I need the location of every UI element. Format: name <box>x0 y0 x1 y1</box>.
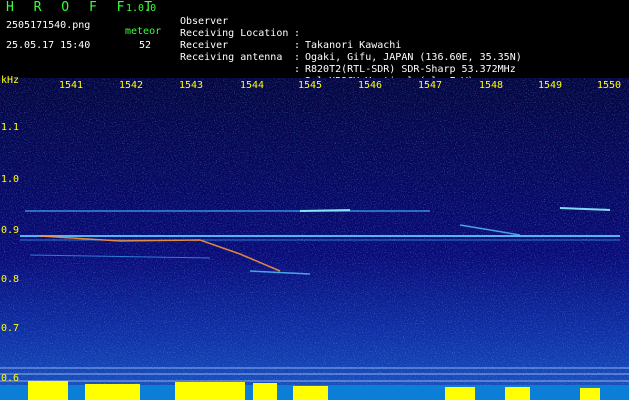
info-colon: : <box>294 52 301 63</box>
info-value: Ogaki, Gifu, JAPAN (136.60E, 35.35N) <box>305 52 522 63</box>
x-tick-label: 1543 <box>179 80 204 91</box>
y-tick-label: 1.0 <box>1 174 20 185</box>
file-name: 2505171540.png <box>6 20 91 31</box>
info-label: Receiving antenna <box>180 52 283 63</box>
info-row-receiver: Receiver : R820T2(RTL-SDR) SDR-Sharp 53.… <box>180 28 516 75</box>
x-tick-label: 1548 <box>479 80 504 91</box>
info-value: R820T2(RTL-SDR) SDR-Sharp 53.372MHz <box>305 64 516 75</box>
x-tick-label: 1542 <box>119 80 144 91</box>
x-tick-label: 1546 <box>358 80 383 91</box>
y-tick-label: 0.6 <box>1 373 20 384</box>
y-tick-label: 0.9 <box>1 225 20 236</box>
x-tick-label: 1549 <box>538 80 563 91</box>
info-colon: : <box>294 28 301 39</box>
x-tick-label: 1545 <box>298 80 323 91</box>
y-tick-label: 0.8 <box>1 274 20 285</box>
x-tick-label: 1550 <box>597 80 622 91</box>
x-tick-label: 1547 <box>418 80 443 91</box>
info-colon: : <box>294 64 301 75</box>
app-version: 1.0.0 <box>126 3 157 14</box>
y-axis-unit: kHz <box>1 75 20 86</box>
x-tick-label: 1544 <box>240 80 265 91</box>
info-row-location: Receiving Location : Ogaki, Gifu, JAPAN … <box>180 16 522 63</box>
header-panel: H R O F F T 1.0.0 2505171540.png meteor … <box>0 0 629 87</box>
info-colon: : <box>294 40 301 51</box>
info-row-antenna: Receiving antenna : 2el-HB9CV Vertical (… <box>180 40 474 87</box>
meteor-count: 52 <box>139 40 152 51</box>
y-tick-label: 1.1 <box>1 122 20 133</box>
y-tick-label: 0.7 <box>1 323 20 334</box>
spectrogram <box>0 78 629 400</box>
meteor-label: meteor <box>125 26 162 37</box>
x-tick-label: 1541 <box>59 80 84 91</box>
info-row-observer: Observer : Takanori Kawachi <box>180 4 401 51</box>
date-time: 25.05.17 15:40 <box>6 40 91 51</box>
info-value: Takanori Kawachi <box>305 40 402 51</box>
